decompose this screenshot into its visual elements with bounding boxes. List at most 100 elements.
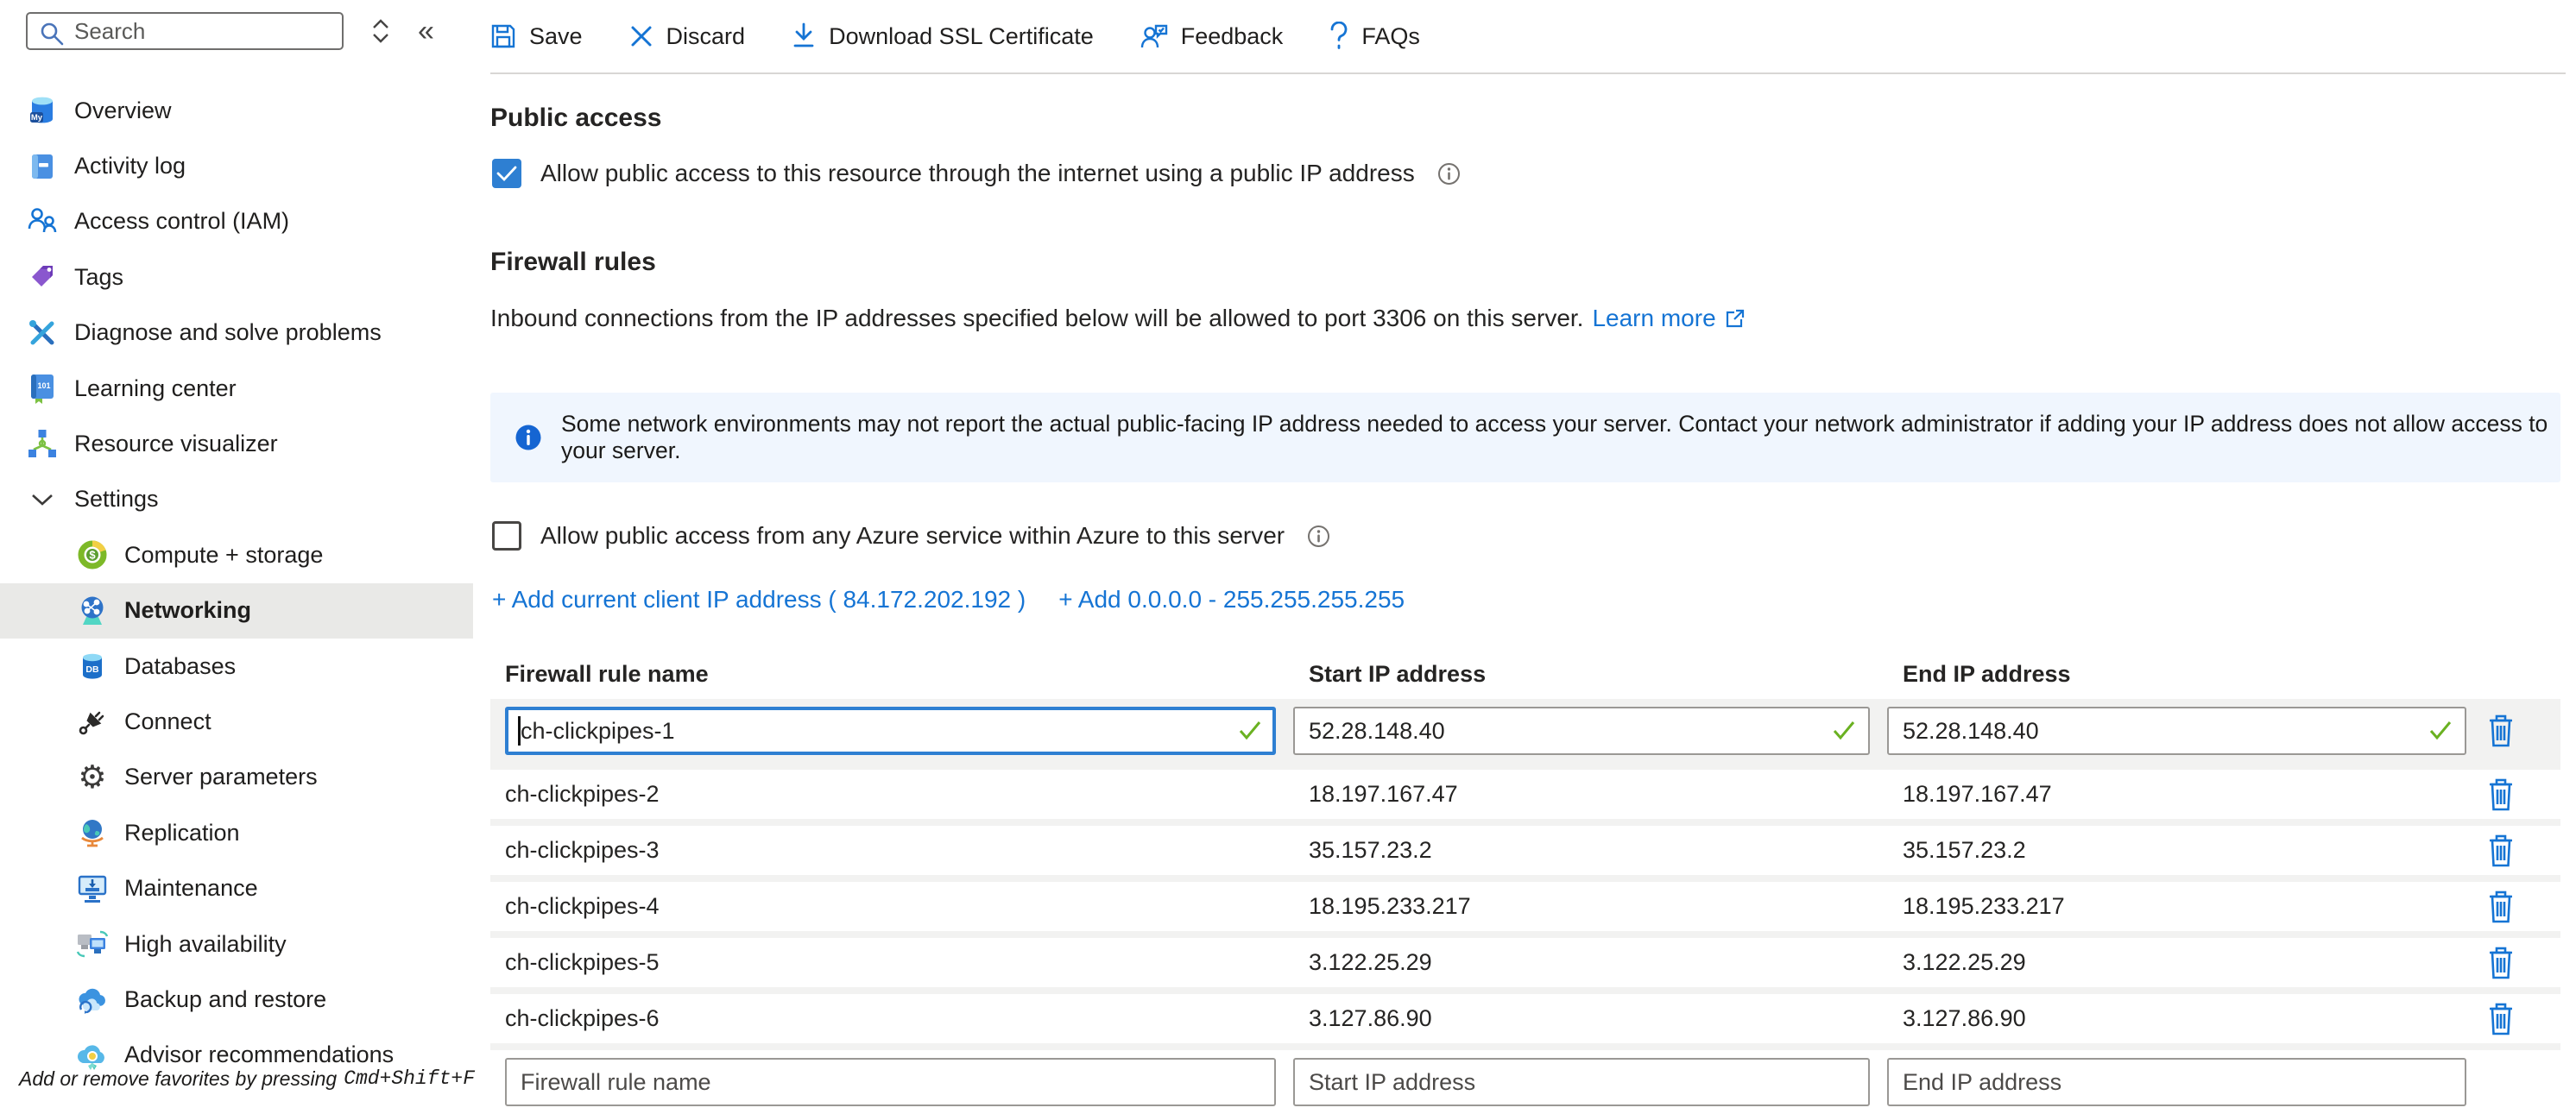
firewall-rule-row-editing[interactable] (490, 699, 2560, 763)
sidebar-item-label: Tags (74, 264, 123, 291)
delete-rule-button[interactable] (2484, 944, 2518, 982)
sidebar-item-diagnose[interactable]: Diagnose and solve problems (0, 305, 473, 361)
sidebar-item-label: Activity log (74, 153, 186, 179)
firewall-rule-row[interactable]: ch-clickpipes-2 18.197.167.47 18.197.167… (490, 770, 2560, 819)
sidebar-item-connect[interactable]: Connect (0, 694, 473, 749)
start-ip-cell: 3.122.25.29 (1293, 949, 1870, 976)
search-input[interactable] (26, 12, 344, 50)
sidebar-item-settings-group[interactable]: Settings (0, 472, 473, 527)
external-link-icon (1725, 308, 1746, 329)
end-ip-cell: 18.195.233.217 (1887, 893, 2466, 920)
end-ip-input[interactable] (1887, 707, 2466, 755)
discard-label: Discard (666, 23, 746, 50)
firewall-rules-table: ch-clickpipes-2 18.197.167.47 18.197.167… (490, 699, 2560, 1114)
delete-rule-button[interactable] (2484, 776, 2518, 814)
sidebar-item-backup-restore[interactable]: Backup and restore (0, 972, 473, 1027)
sidebar-item-server-parameters[interactable]: ⚙ Server parameters (0, 750, 473, 805)
column-header-rule-name: Firewall rule name (505, 661, 1276, 688)
sidebar-nav: My Overview Activity log Access control … (0, 83, 473, 1083)
sidebar-item-databases[interactable]: DB Databases (0, 639, 473, 694)
firewall-rule-row[interactable]: ch-clickpipes-3 35.157.23.2 35.157.23.2 (490, 826, 2560, 875)
access-control-icon (26, 205, 59, 238)
delete-rule-button[interactable] (2484, 888, 2518, 926)
feedback-label: Feedback (1181, 23, 1284, 50)
faqs-button[interactable]: FAQs (1329, 22, 1420, 51)
firewall-rule-row[interactable]: ch-clickpipes-5 3.122.25.29 3.122.25.29 (490, 938, 2560, 987)
sidebar-item-maintenance[interactable]: Maintenance (0, 860, 473, 916)
save-icon (490, 23, 516, 49)
sidebar-item-learning-center[interactable]: 101 Learning center (0, 361, 473, 416)
firewall-description: Inbound connections from the IP addresse… (490, 305, 1583, 332)
discard-button[interactable]: Discard (629, 23, 746, 50)
firewall-rule-row[interactable]: ch-clickpipes-6 3.127.86.90 3.127.86.90 (490, 994, 2560, 1043)
networking-globe-icon (76, 595, 109, 627)
end-ip-cell: 18.197.167.47 (1887, 781, 2466, 808)
banner-info-icon (515, 424, 542, 451)
download-ssl-label: Download SSL Certificate (829, 23, 1094, 50)
new-end-ip-input[interactable] (1887, 1058, 2466, 1106)
feedback-button[interactable]: Feedback (1140, 22, 1284, 50)
sidebar-item-access-control[interactable]: Access control (IAM) (0, 194, 473, 249)
feedback-icon (1140, 22, 1168, 50)
add-all-ips-link[interactable]: + Add 0.0.0.0 - 255.255.255.255 (1058, 586, 1405, 614)
new-start-ip-input[interactable] (1293, 1058, 1870, 1106)
sidebar-item-compute-storage[interactable]: $ Compute + storage (0, 527, 473, 582)
question-icon (1329, 22, 1348, 51)
sidebar-item-label: Overview (74, 98, 172, 124)
add-ip-links: + Add current client IP address ( 84.172… (492, 586, 1405, 614)
sidebar-item-label: Replication (124, 820, 240, 847)
public-access-checkbox-label: Allow public access to this resource thr… (540, 160, 1415, 187)
new-end-ip-wrap (1887, 1058, 2466, 1106)
sidebar-item-networking[interactable]: Networking (0, 583, 473, 639)
info-icon[interactable] (1307, 525, 1330, 548)
collapse-sidebar-icon[interactable]: « (418, 16, 434, 46)
svg-text:101: 101 (37, 381, 50, 390)
activity-log-icon (26, 150, 59, 183)
delete-rule-button[interactable] (2484, 1000, 2518, 1038)
sidebar-item-label: Server parameters (124, 764, 318, 790)
download-icon (792, 22, 816, 50)
svg-text:My: My (31, 113, 43, 123)
sidebar-item-label: High availability (124, 931, 287, 958)
start-ip-cell: 18.197.167.47 (1293, 781, 1870, 808)
sidebar-item-resource-visualizer[interactable]: Resource visualizer (0, 416, 473, 471)
sidebar-item-label: Resource visualizer (74, 431, 278, 457)
rule-name-cell: ch-clickpipes-2 (505, 781, 1276, 808)
end-ip-cell: 3.127.86.90 (1887, 1005, 2466, 1032)
favorites-hint: Add or remove favorites by pressing Cmd+… (19, 1067, 475, 1091)
rule-name-input[interactable] (505, 707, 1276, 755)
high-availability-icon (76, 928, 109, 960)
add-client-ip-link[interactable]: + Add current client IP address ( 84.172… (492, 586, 1026, 614)
sidebar-item-activity-log[interactable]: Activity log (0, 138, 473, 193)
search-box (26, 12, 344, 50)
new-rule-name-input[interactable] (505, 1058, 1276, 1106)
sidebar-item-overview[interactable]: My Overview (0, 83, 473, 138)
sidebar: « My Overview Activity log Access contro… (0, 0, 473, 1094)
text-caret (518, 716, 521, 746)
delete-rule-button[interactable] (2484, 832, 2518, 870)
sidebar-item-label: Learning center (74, 375, 237, 402)
save-button[interactable]: Save (490, 23, 583, 50)
sidebar-search-row: « (26, 12, 434, 50)
public-access-checkbox[interactable] (492, 159, 521, 188)
info-icon[interactable] (1437, 162, 1461, 186)
rule-name-cell: ch-clickpipes-6 (505, 1005, 1276, 1032)
sidebar-item-replication[interactable]: Replication (0, 805, 473, 860)
info-banner: Some network environments may not report… (490, 393, 2560, 482)
azure-services-checkbox[interactable] (492, 521, 521, 551)
firewall-rule-row[interactable]: ch-clickpipes-4 18.195.233.217 18.195.23… (490, 882, 2560, 931)
end-ip-cell: 3.122.25.29 (1887, 949, 2466, 976)
toolbar-divider (490, 72, 2566, 74)
svg-text:DB: DB (85, 664, 99, 675)
download-ssl-certificate-button[interactable]: Download SSL Certificate (792, 22, 1094, 50)
sidebar-item-tags[interactable]: Tags (0, 249, 473, 305)
sidebar-item-high-availability[interactable]: High availability (0, 916, 473, 972)
mysql-server-icon: My (26, 94, 59, 127)
sidebar-item-label: Connect (124, 708, 212, 735)
learn-more-link[interactable]: Learn more (1592, 305, 1715, 332)
delete-rule-button[interactable] (2484, 712, 2518, 750)
public-access-checkbox-row: Allow public access to this resource thr… (492, 159, 1461, 188)
expand-collapse-all-icon[interactable] (369, 16, 392, 46)
start-ip-input[interactable] (1293, 707, 1870, 755)
rule-name-cell: ch-clickpipes-4 (505, 893, 1276, 920)
